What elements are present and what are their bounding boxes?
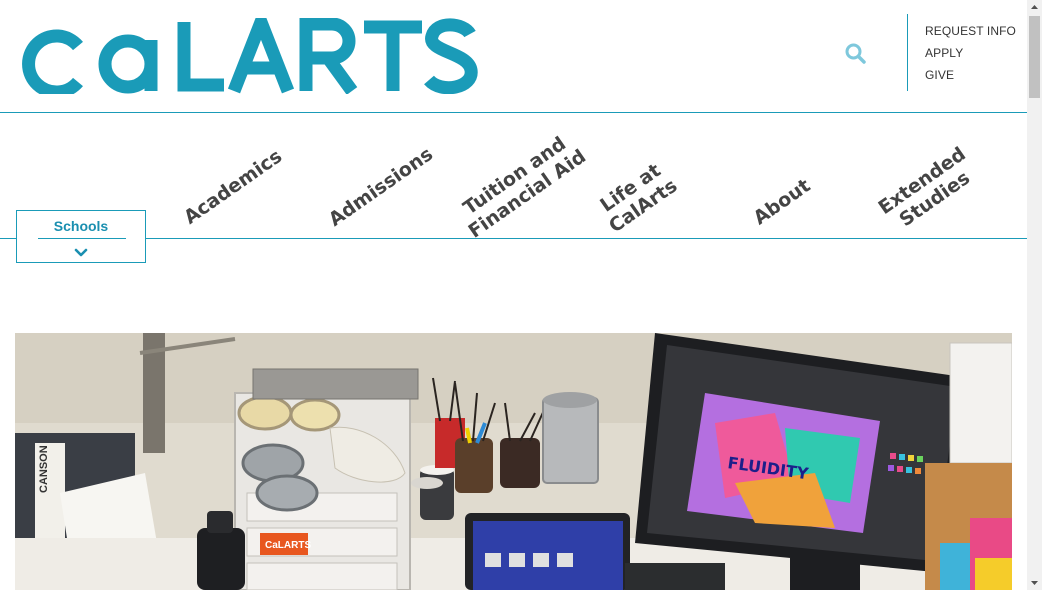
calarts-logo-mark xyxy=(22,18,478,94)
schools-underline xyxy=(38,238,126,239)
nav-admissions[interactable]: Admissions xyxy=(325,143,437,231)
header-divider-line xyxy=(0,112,1027,113)
nav-about[interactable]: About xyxy=(749,175,814,230)
hero-image: CANSON CaLARTS FLUIDITY xyxy=(15,333,1012,590)
nav-about-label: About xyxy=(749,174,815,230)
header-divider xyxy=(907,14,908,91)
request-info-link[interactable]: REQUEST INFO xyxy=(925,22,1016,44)
give-link[interactable]: GIVE xyxy=(925,66,1016,88)
nav-extended-studies[interactable]: Extended Studies xyxy=(874,143,982,237)
hero-box-text: CANSON xyxy=(38,445,50,493)
nav-divider-line xyxy=(146,238,1027,239)
nav-life-at-calarts[interactable]: Life at CalArts xyxy=(592,157,681,237)
nav-tuition-financial-aid[interactable]: Tuition and Financial Aid xyxy=(452,127,590,243)
chevron-down-icon xyxy=(74,245,88,257)
nav-divider-left xyxy=(0,238,16,239)
nav-academics-label: Academics xyxy=(180,145,287,229)
search-icon[interactable] xyxy=(844,42,868,66)
page: REQUEST INFO APPLY GIVE Academics Admiss… xyxy=(0,0,1027,590)
vertical-scrollbar[interactable] xyxy=(1027,0,1042,590)
scroll-up-arrow-icon[interactable] xyxy=(1027,0,1042,15)
calarts-logo[interactable] xyxy=(16,18,478,94)
nav-admissions-label: Admissions xyxy=(324,143,437,231)
apply-link[interactable]: APPLY xyxy=(925,44,1016,66)
scroll-down-arrow-icon[interactable] xyxy=(1027,575,1042,590)
hero-sticker-text: CaLARTS xyxy=(265,540,311,551)
schools-dropdown[interactable]: Schools xyxy=(16,210,146,263)
nav-academics[interactable]: Academics xyxy=(180,145,286,229)
scrollbar-thumb[interactable] xyxy=(1029,16,1040,98)
utility-nav: REQUEST INFO APPLY GIVE xyxy=(925,22,1016,88)
schools-label: Schools xyxy=(53,218,109,234)
